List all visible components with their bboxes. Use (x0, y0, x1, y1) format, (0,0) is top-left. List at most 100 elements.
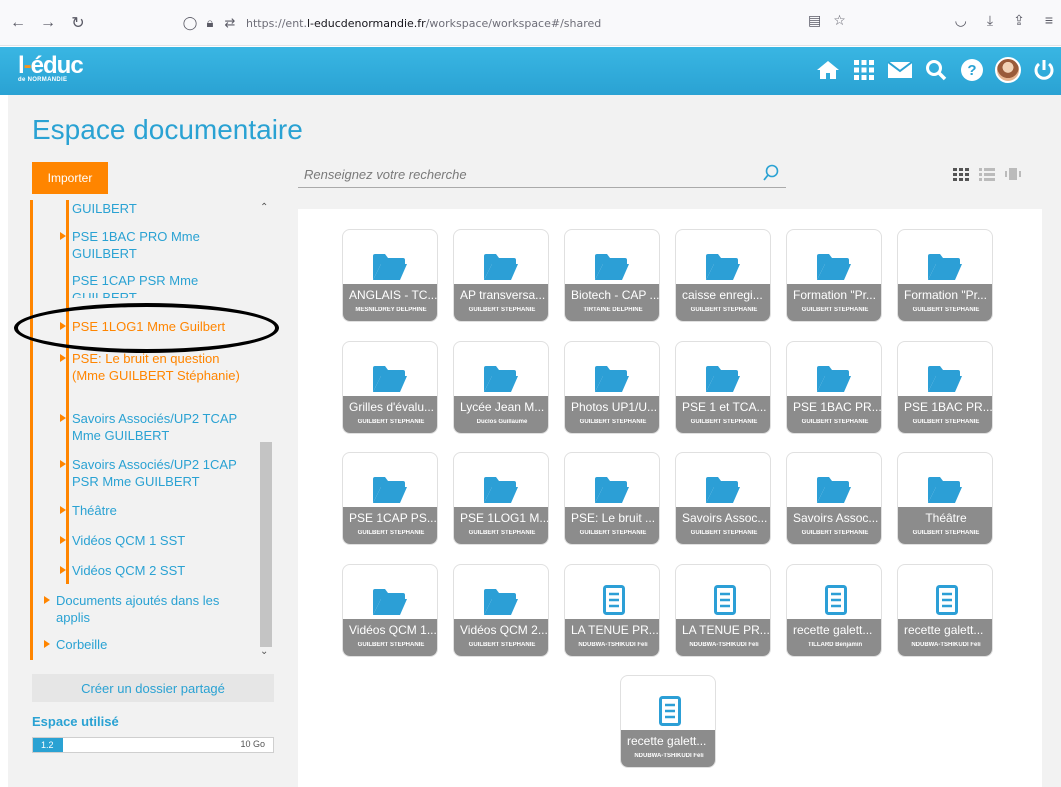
folder-card[interactable]: caisse enregi... GUILBERT STEPHANIE (675, 229, 771, 322)
caret-right-icon[interactable] (60, 354, 66, 362)
card-owner: GUILBERT STEPHANIE (357, 530, 425, 536)
caret-right-icon[interactable] (60, 322, 66, 330)
folder-icon (595, 475, 629, 505)
card-title: LA TENUE PR... (682, 623, 770, 637)
card-title: Vidéos QCM 2... (460, 623, 548, 637)
folder-card[interactable]: Savoirs Assoc... GUILBERT STEPHANIE (675, 452, 771, 545)
folder-card[interactable]: PSE 1CAP PS... GUILBERT STEPHANIE (342, 452, 438, 545)
chevron-down-icon[interactable]: ⌄ (260, 646, 268, 657)
search-icon[interactable] (923, 57, 949, 83)
folder-card[interactable]: PSE: Le bruit ... GUILBERT STEPHANIE (564, 452, 660, 545)
sidebar-item-pse-1bac[interactable]: PSE 1BAC PRO Mme GUILBERT (60, 228, 232, 262)
folder-card[interactable]: ANGLAIS - TC... MESNILDREY DELPHINE (342, 229, 438, 322)
card-caption: PSE: Le bruit ... GUILBERT STEPHANIE (565, 507, 659, 544)
connection-icon[interactable]: ⇄ (220, 15, 240, 31)
back-icon[interactable]: ← (6, 11, 30, 35)
folder-card[interactable]: Formation "Pr... GUILBERT STEPHANIE (897, 229, 993, 322)
shield-icon[interactable]: ◯ (180, 15, 200, 31)
folder-icon (373, 587, 407, 617)
import-button[interactable]: Importer (32, 162, 108, 194)
folder-card[interactable]: PSE 1BAC PR... GUILBERT STEPHANIE (786, 341, 882, 434)
card-caption: PSE 1CAP PS... GUILBERT STEPHANIE (343, 507, 437, 544)
card-caption: Théâtre GUILBERT STEPHANIE (898, 507, 992, 544)
document-card[interactable]: recette galett... NDUBWA-TSHIKUDI Feli (897, 564, 993, 657)
menu-icon[interactable]: ≡ (1045, 12, 1053, 29)
tree-branch-line (66, 200, 69, 584)
card-owner: GUILBERT STEPHANIE (579, 530, 647, 536)
mail-icon[interactable] (887, 57, 913, 83)
document-card[interactable]: recette galett... NDUBWA-TSHIKUDI Feli (620, 675, 716, 768)
bookmark-star-icon[interactable]: ☆ (833, 12, 846, 29)
caret-right-icon[interactable] (44, 640, 50, 648)
folder-card[interactable]: Photos UP1/U... GUILBERT STEPHANIE (564, 341, 660, 434)
sidebar-item-videos-qcm2[interactable]: Vidéos QCM 2 SST (60, 562, 185, 579)
chevron-up-icon[interactable]: ⌃ (260, 202, 268, 213)
caret-right-icon[interactable] (44, 596, 50, 604)
sidebar-item-corbeille[interactable]: Corbeille (44, 636, 107, 653)
folder-card[interactable]: Savoirs Assoc... GUILBERT STEPHANIE (786, 452, 882, 545)
folder-card[interactable]: AP transversa... GUILBERT STEPHANIE (453, 229, 549, 322)
folder-card[interactable]: Théâtre GUILBERT STEPHANIE (897, 452, 993, 545)
share-icon[interactable]: ⇪ (1013, 12, 1025, 29)
folder-card[interactable]: PSE 1 et TCA... GUILBERT STEPHANIE (675, 341, 771, 434)
folder-icon (928, 475, 962, 505)
grid-view-icon[interactable] (953, 166, 969, 182)
pocket-icon[interactable]: ◡ (955, 12, 967, 29)
folder-card[interactable]: PSE 1LOG1 M... GUILBERT STEPHANIE (453, 452, 549, 545)
sidebar-item-pse-bruit[interactable]: PSE: Le bruit en question (Mme GUILBERT … (60, 350, 242, 384)
reader-view-icon[interactable]: ▤ (808, 12, 821, 29)
reload-icon[interactable]: ↻ (66, 11, 90, 35)
sidebar-item-savoirs-tcap[interactable]: Savoirs Associés/UP2 TCAP Mme GUILBERT (60, 410, 242, 444)
card-owner: GUILBERT STEPHANIE (690, 419, 758, 425)
card-owner: GUILBERT STEPHANIE (690, 530, 758, 536)
folder-icon (928, 252, 962, 282)
folder-card[interactable]: Lycée Jean M... Duclos Guillaume (453, 341, 549, 434)
apps-grid-icon[interactable] (851, 57, 877, 83)
educ-logo[interactable]: l-éduc de NORMANDIE (18, 54, 84, 84)
sidebar-item-theatre[interactable]: Théâtre (60, 502, 117, 519)
document-card[interactable]: LA TENUE PR... NDUBWA-TSHIKUDI Feli (675, 564, 771, 657)
card-caption: Grilles d'évalu... GUILBERT STEPHANIE (343, 396, 437, 433)
caret-right-icon[interactable] (60, 566, 66, 574)
caret-right-icon[interactable] (60, 536, 66, 544)
card-caption: Formation "Pr... GUILBERT STEPHANIE (898, 284, 992, 321)
sidebar-item-pse-1log1[interactable]: PSE 1LOG1 Mme Guilbert (60, 318, 262, 335)
folder-card[interactable]: Vidéos QCM 2... GUILBERT STEPHANIE (453, 564, 549, 657)
document-card[interactable]: recette galett... TILLARD Benjamin (786, 564, 882, 657)
file-grid: ANGLAIS - TC... MESNILDREY DELPHINE AP tra… (298, 209, 1042, 787)
sidebar-item-videos-qcm1[interactable]: Vidéos QCM 1 SST (60, 532, 185, 549)
search-input[interactable] (298, 162, 758, 186)
avatar[interactable] (995, 57, 1021, 83)
address-bar[interactable]: ◯ 🔒︎ ⇄ https://ent.l-educdenormandie.fr/… (180, 8, 880, 38)
home-icon[interactable] (815, 57, 841, 83)
search-icon[interactable] (762, 164, 780, 182)
folder-card[interactable]: Biotech - CAP ... TIRTAINE DELPHINE (564, 229, 660, 322)
folder-card[interactable]: Formation "Pr... GUILBERT STEPHANIE (786, 229, 882, 322)
lock-icon[interactable]: 🔒︎ (200, 15, 220, 31)
caret-right-icon[interactable] (60, 460, 66, 468)
caret-right-icon[interactable] (60, 414, 66, 422)
folder-card[interactable]: Grilles d'évalu... GUILBERT STEPHANIE (342, 341, 438, 434)
list-view-icon[interactable] (979, 166, 995, 182)
power-icon[interactable] (1031, 57, 1057, 83)
card-owner: Duclos Guillaume (476, 419, 528, 425)
folder-icon (595, 252, 629, 282)
url-text[interactable]: https://ent.l-educdenormandie.fr/workspa… (246, 17, 601, 30)
sidebar-item-savoirs-1cap[interactable]: Savoirs Associés/UP2 1CAP PSR Mme GUILBE… (60, 456, 242, 490)
forward-icon[interactable]: → (36, 11, 60, 35)
carousel-view-icon[interactable] (1005, 166, 1021, 182)
sidebar-item-guilbert[interactable]: GUILBERT (72, 200, 137, 217)
folder-card[interactable]: Vidéos QCM 1... GUILBERT STEPHANIE (342, 564, 438, 657)
sidebar-item-documents-applis[interactable]: Documents ajoutés dans les applis (44, 592, 256, 626)
card-caption: Savoirs Assoc... GUILBERT STEPHANIE (676, 507, 770, 544)
card-owner: GUILBERT STEPHANIE (801, 419, 869, 425)
folder-card[interactable]: PSE 1BAC PR... GUILBERT STEPHANIE (897, 341, 993, 434)
caret-right-icon[interactable] (60, 506, 66, 514)
create-shared-folder-button[interactable]: Créer un dossier partagé (32, 674, 274, 702)
help-icon[interactable]: ? (959, 57, 985, 83)
download-icon[interactable]: ⤓ (987, 12, 993, 29)
sidebar-item-pse-1cap[interactable]: PSE 1CAP PSR Mme GUILBERT (72, 272, 232, 298)
caret-right-icon[interactable] (60, 232, 66, 240)
sidebar-scroll-thumb[interactable] (260, 442, 272, 647)
document-card[interactable]: LA TENUE PR... NDUBWA-TSHIKUDI Feli (564, 564, 660, 657)
